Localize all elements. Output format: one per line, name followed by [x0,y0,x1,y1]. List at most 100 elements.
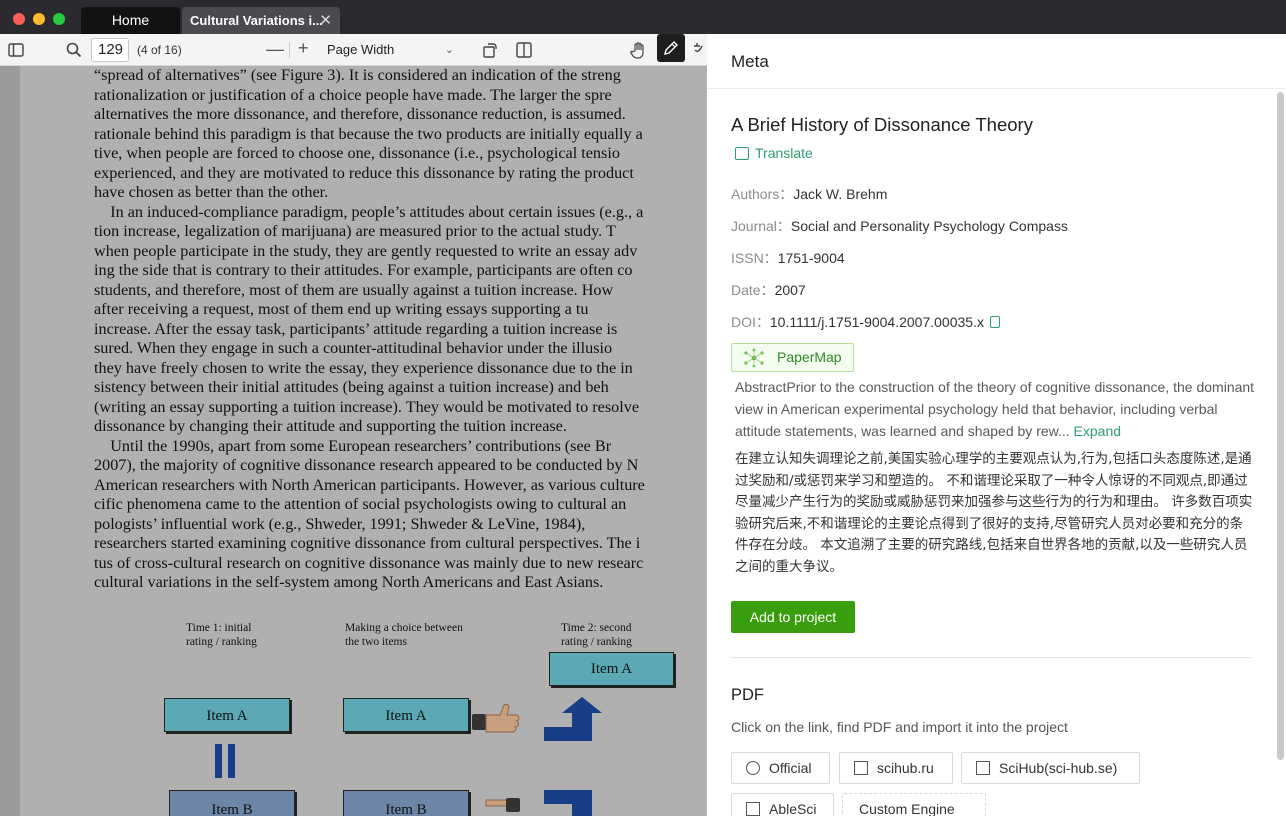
translate-link[interactable]: Translate [735,145,813,161]
document-search-icon [976,761,990,775]
figure-item-b-time1: Item B [169,790,295,816]
figure-label-time1: Time 1: initial rating / ranking [186,621,257,649]
pdf-line: Until the 1990s, apart from some Europea… [94,436,612,455]
sidebar-toggle-icon[interactable] [6,40,26,60]
source-ablesci-button[interactable]: AbleSci [731,793,834,816]
split-view-icon[interactable] [514,40,534,60]
figure-label-time2: Time 2: second rating / ranking [561,621,632,649]
close-tab-icon[interactable]: ✕ [319,7,332,34]
pdf-line: rationalization or justification of a ch… [94,85,612,104]
pdf-line: rationale behind this paradigm is that b… [94,124,643,143]
search-icon[interactable] [64,40,84,60]
maximize-window-button[interactable] [53,13,65,25]
pdf-section-title: PDF [731,686,764,704]
figure-label-choice: Making a choice between the two items [345,621,463,649]
chevron-down-icon: ⌄ [444,44,454,56]
pdf-line: they have freely chosen to write the ess… [94,358,633,377]
pdf-line: when people participate in the study, th… [94,241,638,260]
pdf-line: pologists’ influential work (e.g., Shwed… [94,514,586,533]
add-to-project-button[interactable]: Add to project [731,601,855,633]
pdf-line: researchers started examining cognitive … [94,534,641,552]
pdf-line: tion increase, legalization of marijuana… [94,222,616,240]
pdf-line: In an induced-compliance paradigm, peopl… [94,202,644,221]
source-scihub-ru-button[interactable]: scihub.ru [839,752,953,784]
papermap-label: PaperMap [777,349,842,365]
abstract-text: AbstractPrior to the construction of the… [735,376,1255,442]
figure-label-line: Time 2: second [561,622,632,634]
field-doi: DOI：10.1111/j.1751-9004.2007.00035.x [731,312,1000,332]
pdf-line: American researchers with North American… [94,475,645,494]
tab-document[interactable]: Cultural Variations i... ✕ [182,7,340,34]
figure-item-a-time1: Item A [164,698,290,732]
source-official-button[interactable]: Official [731,752,830,784]
pdf-viewer[interactable]: “spread of alternatives” (see Figure 3).… [0,66,707,816]
field-label: DOI： [731,314,770,330]
source-label: SciHub(sci-hub.se) [999,760,1118,776]
pdf-line: sured. When they engage in such a counte… [94,339,613,357]
field-date: Date：2007 [731,280,806,300]
tab-home[interactable]: Home [81,7,180,34]
close-window-button[interactable] [13,13,25,25]
pdf-line: increase. After the essay task, particip… [94,319,618,338]
arrow-up-icon [544,697,602,741]
more-tools-icon[interactable] [692,40,707,60]
papermap-button[interactable]: PaperMap [731,343,854,372]
zoom-select-value: Page Width [327,42,395,57]
meta-header: Meta [707,34,1286,89]
pdf-line: (writing an essay supporting a tuition i… [94,397,639,416]
field-value: 2007 [774,282,806,298]
tab-document-label: Cultural Variations i... [190,13,323,28]
section-divider [731,657,1252,658]
pdf-line: tus of cross-cultural research on cognit… [94,553,644,572]
figure-label-line: Time 1: initial [186,622,252,634]
pdf-section-description: Click on the link, find PDF and import i… [731,719,1068,735]
pdf-line: have chosen as better than the other. [94,183,329,201]
pdf-page: “spread of alternatives” (see Figure 3).… [20,66,707,816]
field-value[interactable]: 10.1111/j.1751-9004.2007.00035.x [770,314,984,330]
figure-item-a-time2: Item A [549,652,674,686]
pdf-line: after receiving a request, most of them … [94,300,589,318]
pdf-line: cific phenomena came to the attention of… [94,495,627,513]
page-number-input[interactable]: 129 [91,38,129,62]
pdf-line: ing the side that is contrary to their a… [94,261,633,279]
pencil-icon [664,41,678,55]
thumbs-down-icon [485,798,520,812]
zoom-select[interactable]: Page Width ⌄ [320,39,460,61]
zoom-divider [289,42,290,58]
equal-bar-left [215,744,222,778]
zoom-out-button[interactable]: — [266,39,284,60]
rotate-icon[interactable] [480,40,500,60]
pdf-body-text: “spread of alternatives” (see Figure 3).… [94,66,707,593]
figure-label-line: rating / ranking [561,636,632,648]
hand-tool-icon[interactable] [629,40,649,60]
pdf-line: alternatives the more dissonance, and th… [94,105,626,123]
arrow-down-icon [544,790,592,816]
field-label: Authors： [731,186,794,202]
pdf-line: “spread of alternatives” (see Figure 3).… [94,66,621,84]
source-scihub-se-button[interactable]: SciHub(sci-hub.se) [961,752,1140,784]
pdf-line: tive, when people are forced to choose o… [94,144,620,162]
zoom-in-button[interactable]: + [298,38,309,59]
annotate-tool-button[interactable] [657,34,685,62]
meta-panel-title: Meta [731,52,769,71]
expand-link[interactable]: Expand [1074,423,1121,439]
translate-label: Translate [755,145,813,161]
pdf-line: sistency between their initial attitudes… [94,378,609,396]
equal-bar-right [228,744,235,778]
minimize-window-button[interactable] [33,13,45,25]
field-value: Social and Personality Psychology Compas… [790,218,1068,234]
meta-body[interactable]: A Brief History of Dissonance Theory Tra… [707,90,1286,816]
document-search-icon [746,802,760,816]
copy-icon[interactable] [989,316,1000,328]
meta-scrollbar[interactable] [1277,92,1284,760]
field-value: 1751-9004 [777,250,845,266]
pdf-line: students, and therefore, most of them ar… [94,280,614,299]
title-bar: Home Cultural Variations i... ✕ [0,0,1286,34]
pdf-line: experienced, and they are motivated to r… [94,163,634,182]
field-value: Jack W. Brehm [793,186,888,202]
field-label: ISSN： [731,250,778,266]
source-label: Official [769,760,812,776]
field-journal: Journal：Social and Personality Psycholog… [731,216,1068,236]
page-count: (4 of 16) [137,43,182,57]
source-custom-engine-button[interactable]: Custom Engine [842,793,986,816]
